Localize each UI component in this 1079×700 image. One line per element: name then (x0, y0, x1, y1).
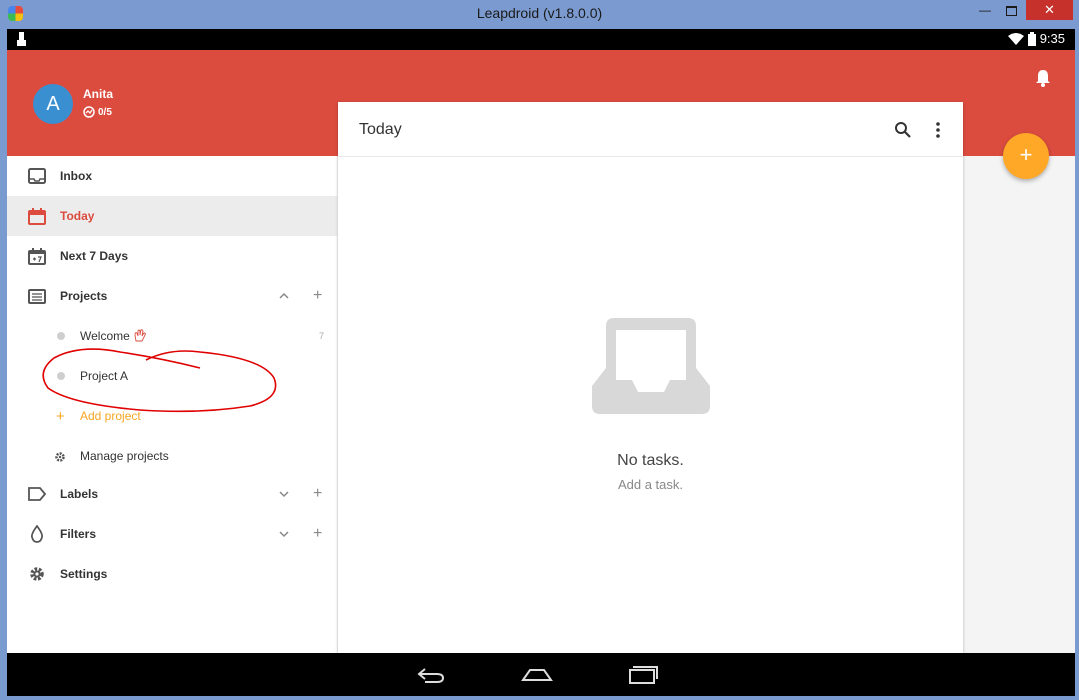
bell-icon[interactable] (1033, 68, 1053, 88)
add-label-plus-button[interactable]: + (313, 485, 322, 503)
more-vert-icon[interactable] (930, 121, 946, 139)
chevron-down-icon[interactable] (277, 487, 291, 501)
project-item-welcome[interactable]: Welcome 7 (7, 316, 337, 356)
add-project-label: Add project (80, 409, 141, 423)
minimize-button[interactable]: — (972, 0, 998, 20)
window-title: Leapdroid (v1.8.0.0) (476, 5, 603, 21)
empty-state-title: No tasks. (617, 452, 684, 469)
sidebar: Inbox Today Next 7 Days Projects + Welco… (7, 156, 337, 653)
add-project-plus-button[interactable]: + (313, 287, 322, 305)
maximize-button[interactable] (998, 0, 1024, 20)
empty-inbox-icon (592, 318, 710, 414)
sidebar-item-label: Today (60, 209, 95, 223)
sidebar-item-today[interactable]: Today (7, 196, 337, 236)
wave-hand-icon (134, 329, 146, 342)
sidebar-item-settings[interactable]: Settings (7, 554, 337, 594)
projects-icon (27, 286, 47, 306)
project-label: Project A (80, 369, 129, 383)
sidebar-item-filters[interactable]: Filters + (7, 514, 337, 554)
card-header: Today (338, 102, 963, 157)
project-color-dot (57, 332, 65, 340)
sidebar-item-label: Filters (60, 527, 97, 541)
manage-projects-button[interactable]: Manage projects (7, 436, 337, 476)
window-titlebar: Leapdroid (v1.8.0.0) — ✕ (0, 0, 1079, 29)
task-list-card: Today No tasks. Add a task. (338, 102, 963, 653)
avatar[interactable]: A (33, 84, 73, 124)
plus-icon: + (56, 407, 65, 425)
karma-status[interactable]: 0/5 (83, 106, 112, 118)
add-filter-plus-button[interactable]: + (313, 525, 322, 543)
add-task-fab[interactable]: + (1003, 133, 1049, 179)
drop-icon (27, 524, 47, 544)
close-button[interactable]: ✕ (1026, 0, 1073, 20)
home-icon[interactable] (521, 662, 553, 688)
chevron-up-icon[interactable] (277, 289, 291, 303)
label-icon (27, 484, 47, 504)
calendar-icon (27, 206, 47, 226)
notification-icon (17, 32, 26, 46)
project-item-project-a[interactable]: Project A (7, 356, 337, 396)
sidebar-item-label: Next 7 Days (60, 249, 129, 263)
sidebar-item-label: Projects (60, 289, 108, 303)
back-icon[interactable] (415, 662, 447, 688)
sidebar-item-label: Settings (60, 567, 108, 581)
manage-projects-label: Manage projects (80, 449, 169, 463)
status-time: 9:35 (1039, 31, 1065, 46)
calendar-7-icon (27, 246, 47, 266)
user-name: Anita (83, 87, 113, 101)
search-icon[interactable] (894, 121, 912, 139)
empty-state-subtitle: Add a task. (617, 477, 684, 492)
sidebar-item-label: Inbox (60, 169, 92, 183)
android-screen: A Anita 0/5 Inbox Today Next 7 Days Proj… (7, 50, 1075, 653)
sidebar-item-inbox[interactable]: Inbox (7, 156, 337, 196)
project-label: Welcome (80, 329, 147, 343)
gear-icon (27, 564, 47, 584)
project-color-dot (57, 372, 65, 380)
project-task-count: 7 (319, 331, 325, 341)
add-project-button[interactable]: + Add project (7, 396, 337, 436)
sidebar-item-label: Labels (60, 487, 99, 501)
sidebar-item-labels[interactable]: Labels + (7, 474, 337, 514)
page-title: Today (359, 121, 402, 138)
sidebar-item-next-7-days[interactable]: Next 7 Days (7, 236, 337, 276)
sidebar-item-projects[interactable]: Projects + (7, 276, 337, 316)
inbox-icon (27, 166, 47, 186)
android-nav-bar (7, 653, 1075, 696)
battery-icon (1027, 31, 1036, 46)
chevron-down-icon[interactable] (277, 527, 291, 541)
karma-icon (83, 106, 95, 118)
gear-icon (54, 450, 66, 462)
wifi-icon (1007, 32, 1024, 45)
maximize-icon (1005, 5, 1017, 16)
android-status-bar: 9:35 (7, 29, 1075, 50)
recents-icon[interactable] (627, 662, 659, 688)
karma-value: 0/5 (98, 106, 112, 118)
